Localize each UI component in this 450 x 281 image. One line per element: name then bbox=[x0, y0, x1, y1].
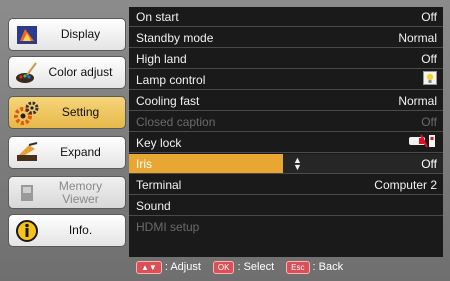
menu-row-value: Normal bbox=[398, 93, 437, 108]
osd-frame: Display Color adjust Setting Expand Memo… bbox=[0, 0, 450, 281]
menu-row-value: Off bbox=[421, 51, 437, 66]
menu-row-value: Off bbox=[421, 9, 437, 24]
settings-menu: On start Off Standby mode Normal High la… bbox=[129, 7, 443, 257]
setting-icon bbox=[14, 100, 40, 126]
sidebar-item-color-adjust[interactable]: Color adjust bbox=[8, 56, 126, 89]
menu-row-terminal[interactable]: Terminal Computer 2 bbox=[129, 175, 443, 195]
info-icon bbox=[14, 218, 40, 244]
sidebar-item-expand[interactable]: Expand bbox=[8, 136, 126, 169]
up-down-arrows-icon: ▲ ▼ bbox=[293, 154, 302, 172]
esc-key-icon: Esc bbox=[286, 260, 310, 274]
menu-row-label: On start bbox=[136, 9, 179, 24]
menu-row-sound[interactable]: Sound bbox=[129, 196, 443, 216]
sidebar-item-display[interactable]: Display bbox=[8, 18, 126, 51]
menu-row-value: Off bbox=[421, 156, 437, 171]
menu-row-high-land[interactable]: High land Off bbox=[129, 49, 443, 69]
display-icon bbox=[14, 22, 40, 48]
footer-hints: ▲▼ : Adjust OK : Select Esc : Back bbox=[136, 260, 436, 274]
menu-row-label: Terminal bbox=[136, 177, 182, 192]
menu-row-value: Off bbox=[421, 114, 437, 129]
menu-row-iris[interactable]: Iris ▲ ▼ Off bbox=[129, 154, 443, 174]
menu-row-label: HDMI setup bbox=[136, 220, 200, 234]
menu-row-standby-mode[interactable]: Standby mode Normal bbox=[129, 28, 443, 48]
iris-value-selector[interactable]: ▲ ▼ Off bbox=[283, 154, 443, 173]
sidebar-item-label: Expand bbox=[60, 145, 101, 159]
menu-row-on-start[interactable]: On start Off bbox=[129, 7, 443, 27]
ok-key-icon: OK bbox=[212, 260, 235, 274]
color-adjust-icon bbox=[14, 60, 40, 86]
menu-row-lamp-control[interactable]: Lamp control bbox=[129, 70, 443, 90]
menu-row-key-lock[interactable]: Key lock bbox=[129, 133, 443, 153]
menu-row-label: Standby mode bbox=[136, 30, 214, 45]
sidebar-item-label: Setting bbox=[61, 105, 100, 119]
sidebar-item-label: Memory Viewer bbox=[58, 178, 103, 206]
menu-row-cooling-fast[interactable]: Cooling fast Normal bbox=[129, 91, 443, 111]
menu-row-label: Lamp control bbox=[136, 72, 206, 87]
menu-row-label: High land bbox=[136, 51, 187, 66]
expand-icon bbox=[14, 140, 40, 166]
lamp-icon bbox=[423, 71, 437, 88]
menu-row-value: Normal bbox=[398, 30, 437, 45]
sidebar-item-setting[interactable]: Setting bbox=[8, 96, 126, 129]
adjust-key-icon: ▲▼ bbox=[136, 260, 162, 274]
menu-row-label: Cooling fast bbox=[136, 93, 200, 108]
menu-row-label: Closed caption bbox=[136, 114, 216, 129]
menu-row-hdmi-setup: HDMI setup bbox=[129, 217, 443, 237]
sidebar-item-memory-viewer: Memory Viewer bbox=[8, 176, 126, 209]
memory-viewer-icon bbox=[14, 180, 40, 206]
menu-row-value: Computer 2 bbox=[374, 177, 437, 192]
sidebar-item-label: Display bbox=[60, 27, 101, 41]
menu-row-label: Key lock bbox=[136, 135, 182, 150]
back-hint: : Back bbox=[312, 261, 344, 273]
menu-row-closed-caption: Closed caption Off bbox=[129, 112, 443, 132]
key-lock-icon bbox=[409, 134, 437, 151]
select-hint: : Select bbox=[237, 261, 275, 273]
sidebar-item-label: Color adjust bbox=[48, 65, 113, 79]
sidebar-item-label: Info. bbox=[68, 223, 93, 237]
sidebar-item-info[interactable]: Info. bbox=[8, 214, 126, 247]
menu-row-label: Sound bbox=[136, 198, 171, 213]
adjust-hint: : Adjust bbox=[164, 261, 201, 273]
